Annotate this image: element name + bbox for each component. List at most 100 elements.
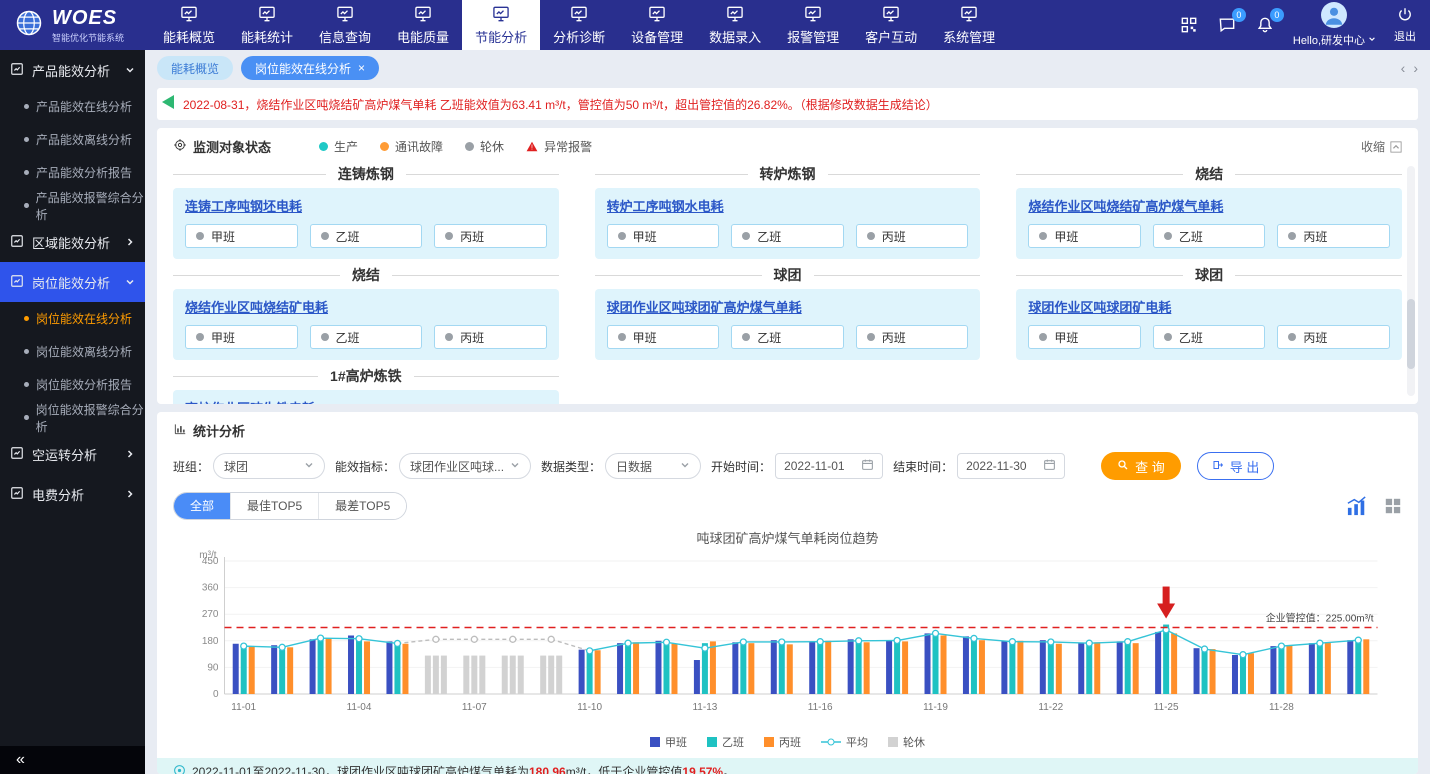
shift-button-continuous-casting-2[interactable]: 乙班 xyxy=(310,224,423,248)
bullet-icon xyxy=(24,170,29,175)
shift-buttons-row: 甲班乙班丙班 xyxy=(607,224,969,248)
chevron-down-icon xyxy=(510,459,520,473)
shift-button-pellet-power-2[interactable]: 乙班 xyxy=(1153,325,1266,349)
chart-legend-丙班[interactable]: 丙班 xyxy=(764,734,801,750)
nav-item-energy-saving-analysis[interactable]: 节能分析 xyxy=(462,0,540,50)
qr-code-icon[interactable] xyxy=(1179,15,1199,35)
tab-energy-overview[interactable]: 能耗概览 xyxy=(157,56,233,80)
indicator-link[interactable]: 球团作业区吨球团矿高炉煤气单耗 xyxy=(607,297,969,316)
sidebar-item-product-energy-4[interactable]: 产品能效报警综合分析 xyxy=(0,189,145,222)
nav-item-data-entry[interactable]: 数据录入 xyxy=(696,0,774,50)
range-tab-best-top5[interactable]: 最佳TOP5 xyxy=(231,493,319,519)
sidebar-section-post-energy[interactable]: 岗位能效分析 xyxy=(0,262,145,302)
chart-legend-平均[interactable]: 平均 xyxy=(821,734,868,750)
indicator-link[interactable]: 烧结作业区吨烧结矿高炉煤气单耗 xyxy=(1028,196,1390,215)
shift-button-sintering-gas-3[interactable]: 丙班 xyxy=(1277,224,1390,248)
nav-item-device-management[interactable]: 设备管理 xyxy=(618,0,696,50)
sidebar-item-product-energy-2[interactable]: 产品能效离线分析 xyxy=(0,123,145,156)
svg-text:11-07: 11-07 xyxy=(462,702,487,713)
indicator-select[interactable]: 球团作业区吨球... xyxy=(399,453,531,479)
nav-item-power-quality[interactable]: 电能质量 xyxy=(384,0,462,50)
scrollbar-thumb[interactable] xyxy=(1407,299,1415,369)
shift-button-continuous-casting-3[interactable]: 丙班 xyxy=(434,224,547,248)
bullet-icon xyxy=(24,382,29,387)
shift-button-sintering-power-1[interactable]: 甲班 xyxy=(185,325,298,349)
sidebar-item-label: 产品能效分析报告 xyxy=(36,164,132,181)
trend-view-icon[interactable] xyxy=(1346,496,1368,516)
shift-buttons-row: 甲班乙班丙班 xyxy=(1028,325,1390,349)
sidebar-section-electric-fee[interactable]: 电费分析 xyxy=(0,474,145,514)
range-tab-all[interactable]: 全部 xyxy=(174,493,231,519)
range-tab-worst-top5[interactable]: 最差TOP5 xyxy=(319,493,406,519)
svg-text:11-13: 11-13 xyxy=(692,702,717,713)
sidebar-item-post-energy-1[interactable]: 岗位能效在线分析 xyxy=(0,302,145,335)
shift-button-sintering-power-2[interactable]: 乙班 xyxy=(310,325,423,349)
status-dot-icon xyxy=(867,333,875,341)
tab-close-icon[interactable]: × xyxy=(358,61,365,75)
nav-item-analysis-diagnosis[interactable]: 分析诊断 xyxy=(540,0,618,50)
datatype-select[interactable]: 日数据 xyxy=(605,453,701,479)
chart-legend-甲班[interactable]: 甲班 xyxy=(650,734,687,750)
query-button[interactable]: 查 询 xyxy=(1101,452,1181,480)
sidebar-item-label: 岗位能效离线分析 xyxy=(36,343,132,360)
sidebar-section-idle-run[interactable]: 空运转分析 xyxy=(0,434,145,474)
nav-item-energy-stats[interactable]: 能耗统计 xyxy=(228,0,306,50)
indicator-link[interactable]: 转炉工序吨钢水电耗 xyxy=(607,196,969,215)
shift-button-sintering-gas-1[interactable]: 甲班 xyxy=(1028,224,1141,248)
shift-button-converter-2[interactable]: 乙班 xyxy=(731,224,844,248)
indicator-link[interactable]: 烧结作业区吨烧结矿电耗 xyxy=(185,297,547,316)
tabs-scroll-right-icon[interactable]: › xyxy=(1413,60,1418,76)
nav-item-system-management[interactable]: 系统管理 xyxy=(930,0,1008,50)
nav-item-alarm-management[interactable]: 报警管理 xyxy=(774,0,852,50)
export-button[interactable]: 导 出 xyxy=(1197,452,1275,480)
top-navbar: WOES 智能优化节能系统 能耗概览能耗统计信息查询电能质量节能分析分析诊断设备… xyxy=(0,0,1430,50)
tabs-scroll-left-icon[interactable]: ‹ xyxy=(1401,60,1406,76)
shift-button-continuous-casting-1[interactable]: 甲班 xyxy=(185,224,298,248)
sidebar-item-post-energy-3[interactable]: 岗位能效分析报告 xyxy=(0,368,145,401)
shift-button-converter-3[interactable]: 丙班 xyxy=(856,224,969,248)
nav-item-energy-overview[interactable]: 能耗概览 xyxy=(150,0,228,50)
chat-icon[interactable]: 0 xyxy=(1217,15,1237,35)
chevron-right-icon xyxy=(125,489,135,499)
shift-button-pellet-gas-3[interactable]: 丙班 xyxy=(856,325,969,349)
indicator-link[interactable]: 球团作业区吨球团矿电耗 xyxy=(1028,297,1390,316)
sidebar-section-label: 电费分析 xyxy=(32,485,117,504)
shift-label: 丙班 xyxy=(460,329,484,346)
team-select[interactable]: 球团 xyxy=(213,453,325,479)
start-date-input[interactable]: 2022-11-01 xyxy=(775,453,883,479)
status-dot-icon xyxy=(1288,232,1296,240)
sidebar-item-post-energy-2[interactable]: 岗位能效离线分析 xyxy=(0,335,145,368)
collapse-panel-button[interactable]: 收缩 xyxy=(1361,138,1402,155)
shift-button-pellet-gas-1[interactable]: 甲班 xyxy=(607,325,720,349)
sidebar-item-product-energy-1[interactable]: 产品能效在线分析 xyxy=(0,90,145,123)
chart-legend-轮休[interactable]: 轮休 xyxy=(888,734,925,750)
sidebar-item-post-energy-4[interactable]: 岗位能效报警综合分析 xyxy=(0,401,145,434)
sidebar-section-region-energy[interactable]: 区域能效分析 xyxy=(0,222,145,262)
bell-icon[interactable]: 0 xyxy=(1255,15,1275,35)
nav-item-label: 设备管理 xyxy=(631,27,683,46)
table-view-icon[interactable] xyxy=(1384,497,1402,515)
user-menu[interactable]: Hello,研发中心 xyxy=(1293,2,1376,48)
legend-swatch xyxy=(888,737,898,747)
nav-item-customer-interaction[interactable]: 客户互动 xyxy=(852,0,930,50)
status-dot-icon xyxy=(1164,232,1172,240)
indicator-link[interactable]: 高炉作业区吨生铁电耗 xyxy=(185,398,547,404)
shift-button-pellet-gas-2[interactable]: 乙班 xyxy=(731,325,844,349)
indicator-link[interactable]: 连铸工序吨钢坯电耗 xyxy=(185,196,547,215)
svg-text:m³/t: m³/t xyxy=(199,550,216,561)
sidebar-collapse-button[interactable]: « xyxy=(0,746,145,774)
shift-button-pellet-power-1[interactable]: 甲班 xyxy=(1028,325,1141,349)
chart-legend-乙班[interactable]: 乙班 xyxy=(707,734,744,750)
shift-button-sintering-gas-2[interactable]: 乙班 xyxy=(1153,224,1266,248)
shift-button-sintering-power-3[interactable]: 丙班 xyxy=(434,325,547,349)
sidebar-section-product-energy[interactable]: 产品能效分析 xyxy=(0,50,145,90)
tab-post-energy-online[interactable]: 岗位能效在线分析 × xyxy=(241,56,379,80)
end-date-input[interactable]: 2022-11-30 xyxy=(957,453,1065,479)
status-dot-icon xyxy=(742,333,750,341)
nav-item-info-query[interactable]: 信息查询 xyxy=(306,0,384,50)
shift-button-pellet-power-3[interactable]: 丙班 xyxy=(1277,325,1390,349)
logout-button[interactable]: 退出 xyxy=(1394,6,1416,44)
open-tabs-bar: 能耗概览 岗位能效在线分析 × ‹ › xyxy=(145,50,1430,86)
sidebar-item-product-energy-3[interactable]: 产品能效分析报告 xyxy=(0,156,145,189)
shift-button-converter-1[interactable]: 甲班 xyxy=(607,224,720,248)
